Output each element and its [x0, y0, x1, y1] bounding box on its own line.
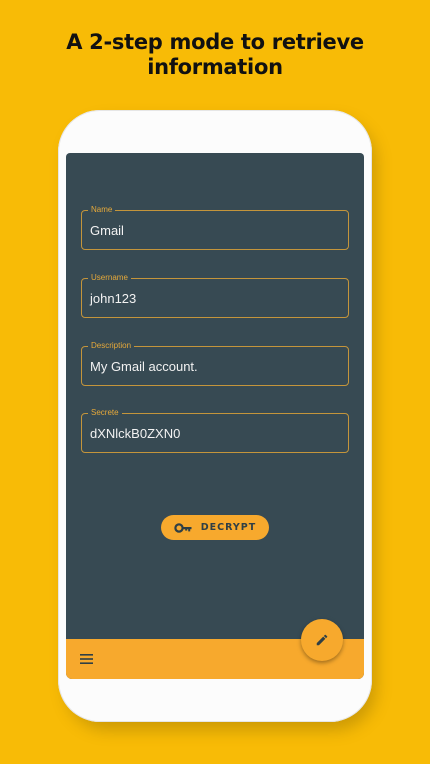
promo-headline: A 2-step mode to retrieve information: [0, 30, 430, 80]
decrypt-button-label: DECRYPT: [200, 522, 257, 533]
name-field-value[interactable]: Gmail: [90, 223, 124, 239]
hamburger-menu-icon[interactable]: [80, 654, 93, 664]
edit-fab-button[interactable]: [301, 619, 343, 661]
app-screen: Name Gmail Username john123 Description …: [66, 153, 364, 679]
pencil-icon: [316, 634, 328, 646]
description-field[interactable]: Description My Gmail account.: [81, 341, 349, 386]
username-field-value[interactable]: john123: [90, 291, 136, 307]
name-field-label: Name: [88, 205, 116, 215]
secrete-field[interactable]: Secrete dXNlckB0ZXN0: [81, 408, 349, 453]
secrete-field-value[interactable]: dXNlckB0ZXN0: [90, 426, 180, 442]
headline-line-2: information: [147, 55, 283, 79]
description-field-value[interactable]: My Gmail account.: [90, 359, 198, 375]
secrete-field-label: Secrete: [88, 408, 122, 418]
key-icon: [174, 522, 192, 533]
description-field-label: Description: [88, 341, 135, 351]
name-field[interactable]: Name Gmail: [81, 205, 349, 250]
headline-line-1: A 2-step mode to retrieve: [66, 30, 364, 54]
username-field-label: Username: [88, 273, 131, 283]
username-field[interactable]: Username john123: [81, 273, 349, 318]
decrypt-button[interactable]: DECRYPT: [161, 515, 269, 540]
